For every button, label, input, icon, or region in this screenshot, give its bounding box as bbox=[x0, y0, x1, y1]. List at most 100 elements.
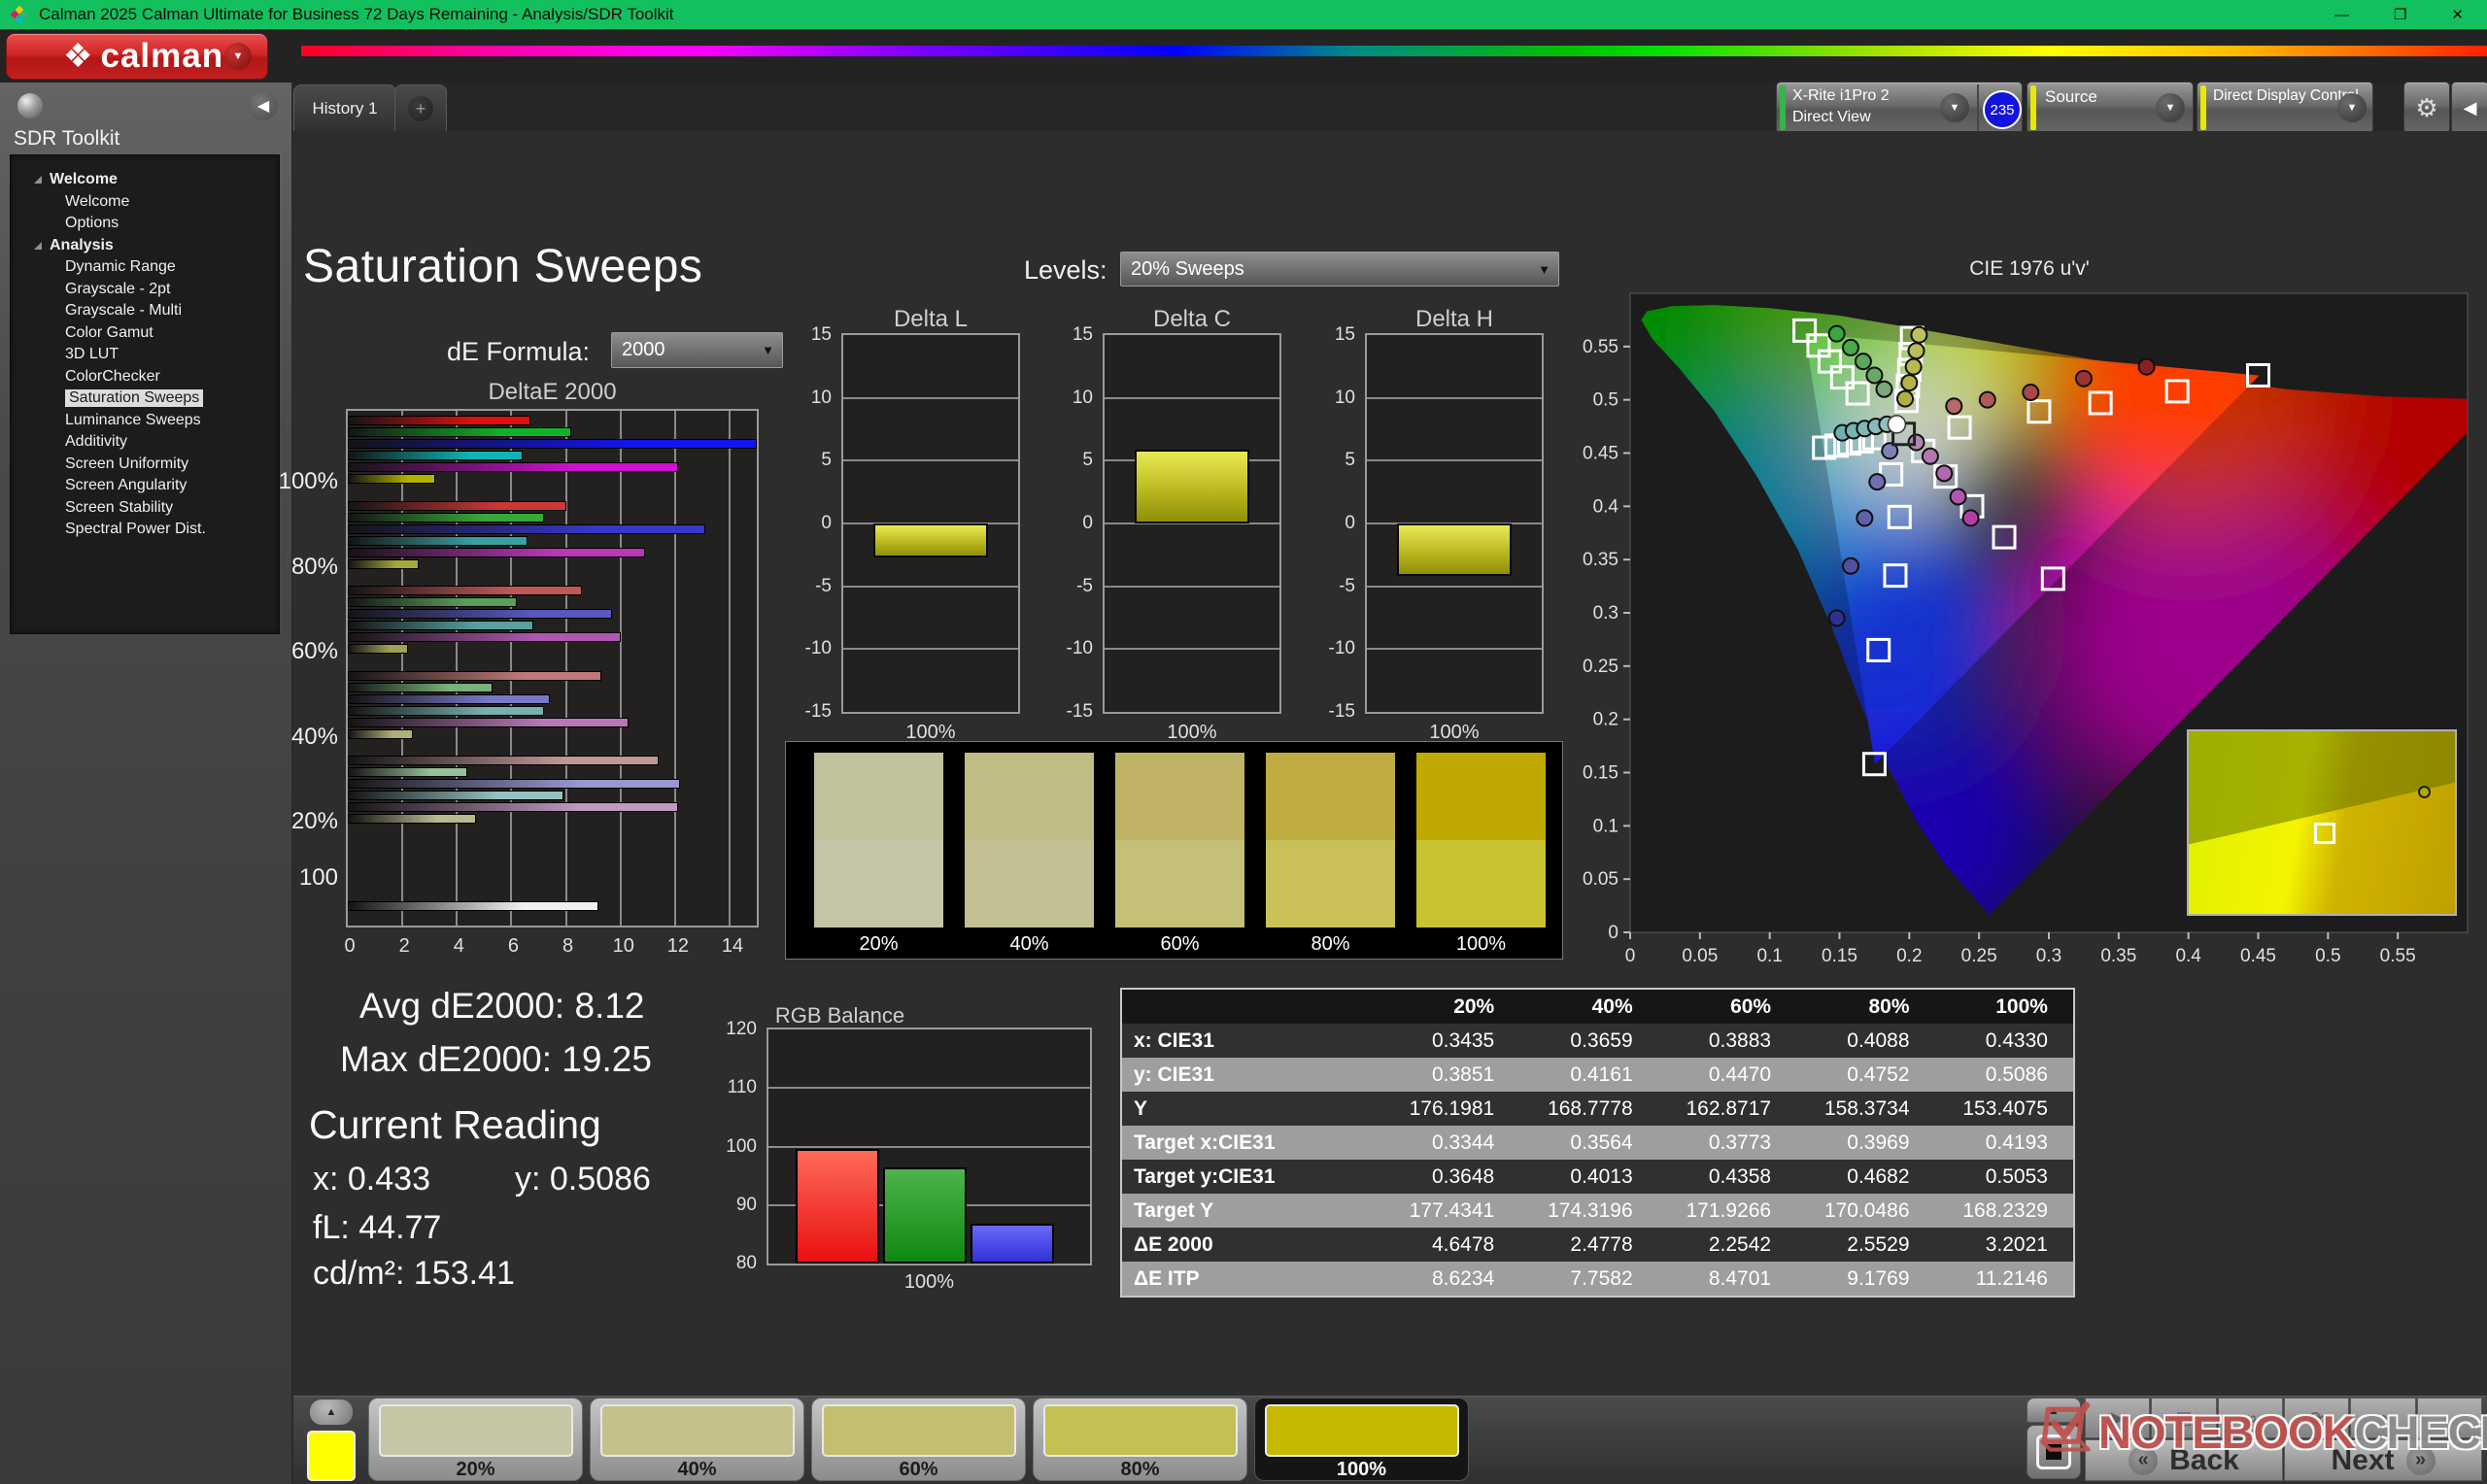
deltae-chart: 100% 80% 60% 40% 20% 100 0 2 4 6 8 10 12 14 bbox=[279, 409, 759, 957]
sidebar-item-grayscale-2pt[interactable]: Grayscale - 2pt bbox=[11, 279, 279, 301]
stop-icon bbox=[2036, 1434, 2071, 1469]
sidebar-item-welcome[interactable]: Welcome bbox=[11, 191, 279, 214]
levels-dropdown[interactable]: 20% Sweeps ▼ bbox=[1120, 252, 1559, 287]
level-button-20%[interactable]: 20% bbox=[368, 1398, 583, 1481]
expander-icon[interactable] bbox=[34, 176, 42, 185]
measured-marker bbox=[2022, 383, 2040, 401]
current-color-swatch[interactable] bbox=[307, 1431, 356, 1481]
nav-up-button[interactable]: ▲ bbox=[2027, 1398, 2081, 1423]
sidebar-item-screen-stability[interactable]: Screen Stability bbox=[11, 497, 279, 520]
level-button-80%[interactable]: 80% bbox=[1033, 1398, 1247, 1481]
measure-tool-button-3[interactable]: ∞ bbox=[2217, 1398, 2283, 1438]
tree-item-label: Welcome bbox=[50, 171, 118, 188]
measure-tool-button-4[interactable]: ⟳ bbox=[2283, 1398, 2350, 1438]
inset-target-marker bbox=[2313, 823, 2335, 844]
level-swatch bbox=[1264, 1404, 1459, 1457]
measure-tool-button-2[interactable]: ▤ bbox=[2151, 1398, 2217, 1438]
de-group-label: 100 bbox=[298, 863, 338, 891]
x-tick-label: 2 bbox=[398, 935, 410, 957]
add-tab-button[interactable]: + bbox=[394, 84, 447, 132]
chevron-down-icon[interactable]: ▼ bbox=[1940, 93, 1969, 122]
level-button-100%[interactable]: 100% bbox=[1254, 1398, 1469, 1481]
sidebar-item-saturation-sweeps[interactable]: Saturation Sweeps bbox=[11, 388, 279, 410]
measure-tool-button-5[interactable]: ◔ bbox=[2350, 1398, 2416, 1438]
restore-button[interactable]: ❐ bbox=[2394, 6, 2406, 23]
svg-text:0.4: 0.4 bbox=[1593, 496, 1619, 517]
svg-text:0.45: 0.45 bbox=[1583, 444, 1618, 464]
de-bar bbox=[348, 717, 630, 727]
header-cell: 80% bbox=[1868, 995, 1910, 1018]
measure-tool-button-1[interactable]: ▶ bbox=[2085, 1398, 2151, 1438]
next-button[interactable]: Next » bbox=[2284, 1439, 2482, 1481]
actual-swatch bbox=[965, 753, 1094, 840]
value-cell: 2.5529 bbox=[1847, 1232, 1910, 1256]
up-arrow-icon[interactable]: ▲ bbox=[310, 1400, 353, 1425]
table-row: Y 176.1981 168.7778 162.8717 158.3734 153.407… bbox=[1122, 1092, 2073, 1126]
reading-y: y: 0.5086 bbox=[515, 1161, 651, 1197]
sidebar-item-3d-lut[interactable]: 3D LUT bbox=[11, 344, 279, 366]
calman-menu-button[interactable]: ❖ calman ▼ bbox=[6, 33, 268, 80]
rgb-bar-G bbox=[883, 1167, 967, 1264]
sidebar-item-options[interactable]: Options bbox=[11, 213, 279, 235]
stop-button[interactable] bbox=[2027, 1425, 2081, 1479]
chevron-down-icon[interactable]: ▼ bbox=[2337, 93, 2367, 122]
value-cell: 153.4075 bbox=[1962, 1096, 2048, 1120]
collapse-panel-button[interactable]: ◀ bbox=[2451, 82, 2487, 134]
expander-icon[interactable] bbox=[34, 241, 42, 250]
sidebar-item-grayscale-multi[interactable]: Grayscale - Multi bbox=[11, 300, 279, 322]
y-tick-label: -10 bbox=[804, 638, 832, 659]
deltae-chart-title: DeltaE 2000 bbox=[488, 379, 617, 405]
tab-history-1[interactable]: History 1 bbox=[293, 84, 396, 132]
level-label: 40% bbox=[677, 1459, 717, 1480]
sidebar-item-colorchecker[interactable]: ColorChecker bbox=[11, 366, 279, 388]
value-cell: 4.6478 bbox=[1431, 1232, 1495, 1256]
actual-swatch bbox=[1115, 753, 1244, 840]
minimize-button[interactable]: — bbox=[2334, 7, 2349, 23]
sidebar-collapse-button[interactable]: ◀ bbox=[249, 91, 278, 120]
gridline bbox=[564, 411, 567, 926]
de-group-label: 80% bbox=[290, 553, 338, 580]
svg-text:0.15: 0.15 bbox=[1822, 946, 1857, 966]
sidebar-item-welcome[interactable]: Welcome bbox=[11, 169, 279, 191]
pattern-quick-column[interactable]: ▲ bbox=[301, 1400, 361, 1481]
sidebar-item-screen-angularity[interactable]: Screen Angularity bbox=[11, 475, 279, 497]
sidebar-item-analysis[interactable]: Analysis bbox=[11, 235, 279, 257]
svg-text:0.2: 0.2 bbox=[1896, 946, 1922, 966]
gridline bbox=[510, 411, 513, 926]
sidebar-item-additivity[interactable]: Additivity bbox=[11, 431, 279, 454]
sidebar-item-dynamic-range[interactable]: Dynamic Range bbox=[11, 256, 279, 279]
measured-marker bbox=[1907, 342, 1925, 360]
chevron-down-icon[interactable]: ▼ bbox=[2156, 93, 2185, 122]
value-cell: 8.4701 bbox=[1708, 1266, 1772, 1290]
sidebar-item-screen-uniformity[interactable]: Screen Uniformity bbox=[11, 454, 279, 476]
display-control-dropdown[interactable]: Direct Display Control ▼ bbox=[2197, 82, 2373, 134]
reading-cdm2: cd/m²: 153.41 bbox=[313, 1255, 515, 1292]
measure-tool-button-6[interactable] bbox=[2416, 1398, 2482, 1438]
de-bar bbox=[348, 462, 678, 472]
gridline bbox=[1367, 585, 1542, 588]
de-bar bbox=[348, 767, 468, 777]
y-tick-label: -10 bbox=[1066, 638, 1093, 659]
sidebar-item-color-gamut[interactable]: Color Gamut bbox=[11, 322, 279, 345]
source-dropdown[interactable]: Source ▼ bbox=[2027, 82, 2194, 134]
level-button-60%[interactable]: 60% bbox=[811, 1398, 1026, 1481]
svg-text:0.2: 0.2 bbox=[1593, 710, 1618, 730]
value-cell: 2.2542 bbox=[1708, 1232, 1772, 1256]
sidebar-item-spectral-power-dist-[interactable]: Spectral Power Dist. bbox=[11, 519, 279, 541]
source-label: Source bbox=[2045, 87, 2097, 106]
value-cell: 9.1769 bbox=[1847, 1266, 1910, 1290]
back-button[interactable]: « Back bbox=[2085, 1439, 2283, 1481]
close-button[interactable]: ✕ bbox=[2451, 6, 2464, 23]
y-tick-label: 10 bbox=[1334, 387, 1355, 408]
de-formula-dropdown[interactable]: 2000 ▼ bbox=[611, 332, 783, 368]
level-button-40%[interactable]: 40% bbox=[590, 1398, 804, 1481]
delta-bar bbox=[1397, 523, 1512, 577]
settings-button[interactable]: ⚙ bbox=[2403, 82, 2450, 134]
chevron-down-icon[interactable]: ▼ bbox=[224, 43, 252, 70]
workflow-orb-icon[interactable] bbox=[17, 93, 43, 118]
svg-text:0.15: 0.15 bbox=[1583, 763, 1618, 784]
sidebar-item-luminance-sweeps[interactable]: Luminance Sweeps bbox=[11, 410, 279, 432]
value-cell: 171.9266 bbox=[1686, 1198, 1772, 1222]
value-cell: 0.4088 bbox=[1847, 1029, 1910, 1052]
meter-dropdown[interactable]: X-Rite i1Pro 2 Direct View ▼ 235 bbox=[1776, 82, 2023, 134]
